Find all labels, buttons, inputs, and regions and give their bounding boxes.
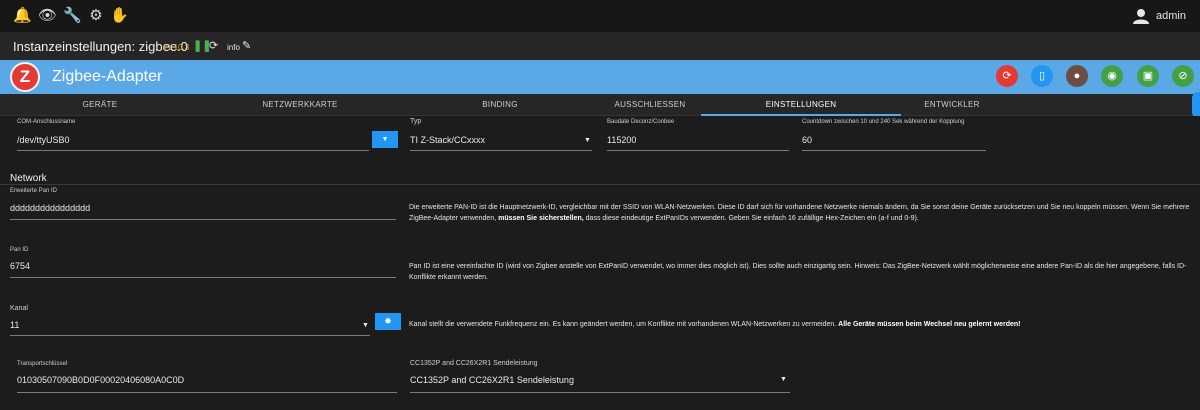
cookie-icon: ● bbox=[1073, 70, 1081, 82]
ext-pan-id-description: Die erweiterte PAN-ID ist die Hauptnetzw… bbox=[409, 202, 1199, 224]
pan-id-label: Pan ID bbox=[10, 247, 29, 253]
wifi-icon: ◉ bbox=[1107, 70, 1117, 82]
scan-icon: ✸ bbox=[384, 316, 392, 326]
countdown-underline bbox=[802, 150, 986, 151]
baud-label: Baudate Deconz/Conbee bbox=[607, 119, 675, 125]
ext-pan-id-input[interactable]: dddddddddddddddd bbox=[10, 203, 90, 213]
channel-description: Kanal stellt die verwendete Funkfrequenz… bbox=[409, 319, 1199, 330]
transport-key-input[interactable]: 01030507090B0D0F00020406080A0C0D bbox=[17, 375, 184, 385]
info-link[interactable]: info bbox=[227, 42, 240, 54]
tab-bar: GERÄTE NETZWERKKARTE BINDING AUSSCHLIESS… bbox=[0, 94, 1200, 116]
eye-icon[interactable]: 👁 bbox=[38, 7, 57, 25]
edit-icon[interactable]: ✎ bbox=[242, 40, 251, 52]
transport-key-label: Transportschlüssel bbox=[17, 361, 68, 367]
type-label: Typ bbox=[410, 118, 422, 125]
wifi-off-icon: ⊘ bbox=[1178, 70, 1188, 82]
baud-underline bbox=[607, 150, 789, 151]
pan-id-description: Pan ID ist eine vereinfachte ID (wird vo… bbox=[409, 263, 1187, 281]
com-port-label: COM-Anschlussname bbox=[17, 119, 76, 125]
type-select[interactable]: TI Z-Stack/CCxxxx bbox=[410, 135, 485, 145]
countdown-input[interactable]: 60 bbox=[802, 135, 812, 145]
user-menu[interactable]: admin bbox=[1132, 6, 1186, 26]
channel-select[interactable]: 11 bbox=[10, 320, 19, 330]
channel-description-text: Kanal stellt die verwendete Funkfrequenz… bbox=[409, 321, 839, 328]
instance-version: v1.10.3 bbox=[163, 43, 190, 52]
reload-icon[interactable]: ⟳ bbox=[209, 40, 218, 52]
wrench-icon[interactable]: 🔧 bbox=[63, 7, 82, 25]
chevron-down-icon: ▼ bbox=[362, 322, 369, 329]
ext-pan-id-description-text-end: dass diese eindeutige ExtPanIDs verwende… bbox=[583, 215, 919, 222]
settings-form: COM-Anschlussname /dev/ttyUSB0 ▼ Typ TI … bbox=[0, 116, 1200, 410]
side-scroll-handle[interactable] bbox=[1192, 92, 1200, 118]
channel-scan-button[interactable]: ✸ bbox=[375, 313, 401, 330]
tx-power-select[interactable]: CC1352P and CC26X2R1 Sendeleistung bbox=[410, 375, 574, 385]
restart-button[interactable]: ⟳ bbox=[996, 65, 1018, 87]
pan-id-underline bbox=[10, 277, 396, 278]
tx-power-label: CC1352P and CC26X2R1 Sendeleistung bbox=[410, 360, 538, 367]
ext-pan-id-underline bbox=[10, 219, 396, 220]
baud-input[interactable]: 115200 bbox=[607, 135, 636, 145]
pan-id-input[interactable]: 6754 bbox=[10, 261, 30, 271]
zigbee-logo-letter: Z bbox=[19, 67, 31, 86]
chip-icon: ▣ bbox=[1142, 70, 1154, 82]
transport-key-underline bbox=[17, 392, 397, 393]
user-name: admin bbox=[1156, 10, 1186, 22]
tab-developer[interactable]: ENTWICKLER bbox=[852, 94, 1052, 116]
com-port-underline bbox=[17, 150, 369, 151]
zigbee-logo: Z bbox=[10, 62, 40, 92]
user-icon bbox=[1133, 9, 1150, 24]
channel-label: Kanal bbox=[10, 305, 28, 312]
top-toolbar: 🔔 👁 🔧 ⚙ ✋ admin bbox=[0, 0, 1200, 32]
com-port-select-button[interactable]: ▼ bbox=[372, 131, 398, 148]
hand-icon[interactable]: ✋ bbox=[110, 7, 129, 25]
chip-button[interactable]: ▣ bbox=[1137, 65, 1159, 87]
countdown-label: Countdown zwischen 10 und 240 Sek währen… bbox=[802, 119, 965, 125]
section-divider bbox=[0, 184, 1200, 185]
app-title: Zigbee-Adapter bbox=[52, 68, 163, 85]
channel-underline bbox=[10, 335, 370, 336]
chevron-down-icon: ▼ bbox=[780, 376, 787, 383]
instance-title: Instanzeinstellungen: zigbee.0 bbox=[13, 39, 188, 54]
com-port-input[interactable]: /dev/ttyUSB0 bbox=[17, 135, 70, 145]
wifi-off-button[interactable]: ⊘ bbox=[1172, 65, 1194, 87]
tab-devices[interactable]: GERÄTE bbox=[0, 94, 200, 116]
network-section-title: Network bbox=[10, 173, 47, 184]
bell-icon[interactable]: 🔔 bbox=[13, 7, 32, 25]
device-icon: ▯ bbox=[1038, 70, 1046, 82]
channel-description-bold: Alle Geräte müssen beim Wechsel neu gele… bbox=[838, 321, 1021, 328]
device-button[interactable]: ▯ bbox=[1031, 65, 1053, 87]
tab-network-map[interactable]: NETZWERKKARTE bbox=[200, 94, 400, 116]
settings-icon[interactable]: ⚙ bbox=[87, 7, 105, 25]
app-header: Z Zigbee-Adapter ⟳ ▯ ● ◉ ▣ ⊘ bbox=[0, 60, 1200, 94]
instance-bar: Instanzeinstellungen: zigbee.0 v1.10.3 ❚… bbox=[0, 32, 1200, 60]
tx-power-underline bbox=[410, 392, 790, 393]
ext-pan-id-label: Erweiterte Pan ID bbox=[10, 188, 58, 194]
restart-icon: ⟳ bbox=[1002, 70, 1012, 82]
chevron-down-icon: ▼ bbox=[584, 137, 591, 144]
wifi-button[interactable]: ◉ bbox=[1101, 65, 1123, 87]
type-underline bbox=[410, 150, 592, 151]
ext-pan-id-description-bold: müssen Sie sicherstellen, bbox=[498, 215, 584, 222]
cookie-button[interactable]: ● bbox=[1066, 65, 1088, 87]
